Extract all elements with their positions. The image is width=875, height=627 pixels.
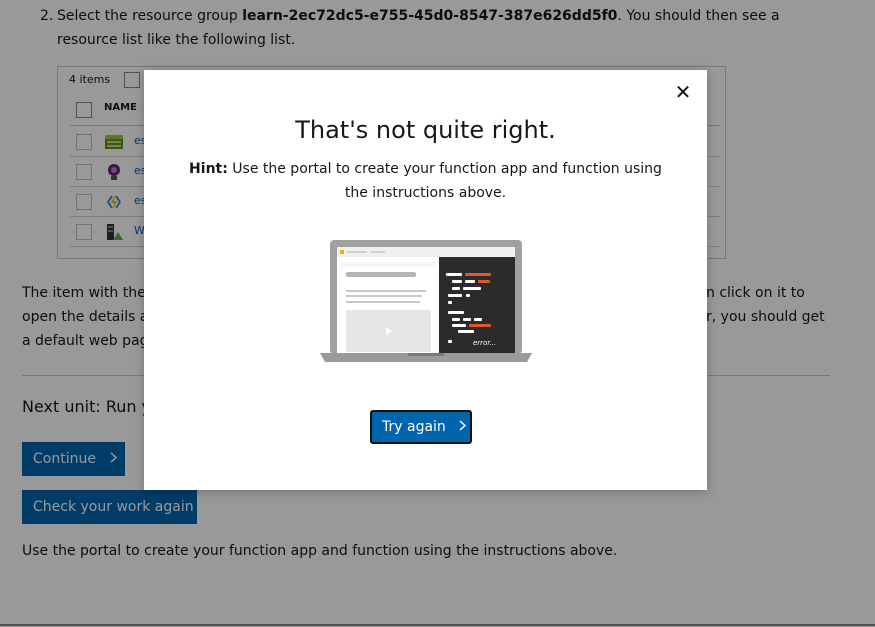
try-again-button[interactable]: Try again bbox=[370, 410, 472, 444]
illustration-error-text: error... bbox=[473, 339, 496, 347]
chevron-right-icon bbox=[455, 419, 467, 435]
modal-hint: Hint: Use the portal to create your func… bbox=[180, 157, 671, 205]
modal-title: That's not quite right. bbox=[295, 116, 556, 144]
laptop-error-illustration: error... bbox=[320, 240, 532, 364]
close-icon[interactable]: ✕ bbox=[672, 81, 694, 103]
hint-label: Hint: bbox=[189, 161, 228, 177]
hint-text: Use the portal to create your function a… bbox=[227, 161, 662, 201]
try-again-label: Try again bbox=[382, 419, 446, 435]
feedback-modal: ✕ That's not quite right. Hint: Use the … bbox=[144, 70, 707, 490]
